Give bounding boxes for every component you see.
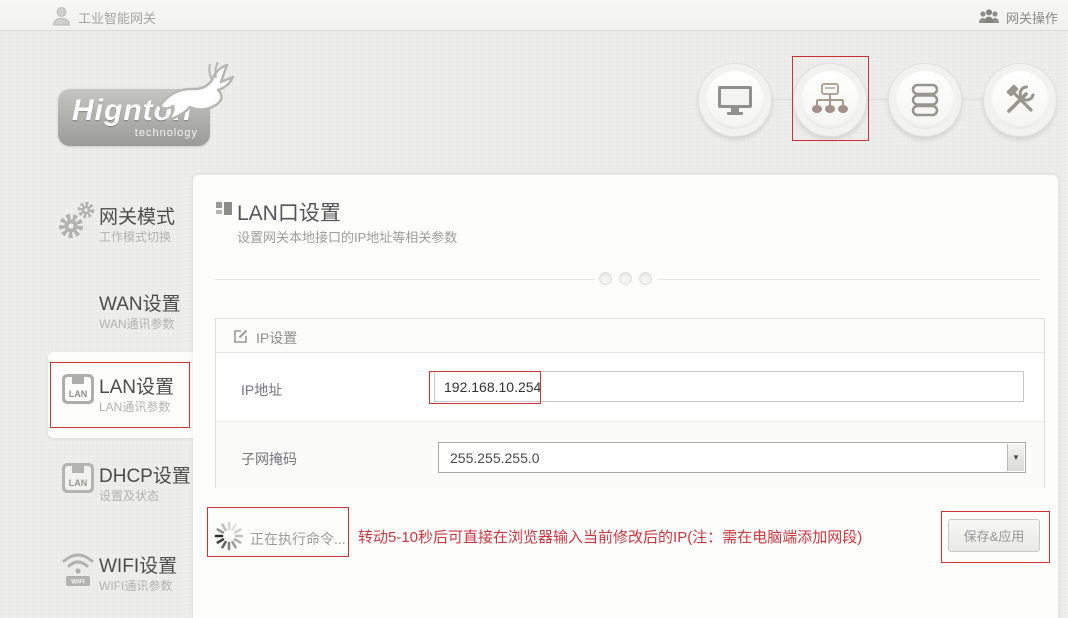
sidebar-item-label: 网关模式 <box>99 202 175 229</box>
carousel-dot-1[interactable] <box>599 272 612 285</box>
monitor-icon <box>715 84 755 116</box>
tools-icon <box>1002 82 1038 118</box>
sidebar-item-lan[interactable]: LAN LAN设置 LAN通讯参数 <box>0 366 193 422</box>
subnet-mask-label: 子网掩码 <box>241 449 297 469</box>
main-content-card: LAN口设置 设置网关本地接口的IP地址等相关参数 IP设置 IP地址 子网掩码 <box>193 175 1058 618</box>
sidebar-item-sublabel: LAN通讯参数 <box>99 398 170 415</box>
gateway-operations-link[interactable]: 网关操作 <box>1006 8 1058 27</box>
gateway-config-page: 工业智能网关 网关操作 Hignton technology <box>0 0 1068 618</box>
gears-icon <box>56 200 98 242</box>
sidebar-item-dhcp[interactable]: LAN DHCP设置 设置及状态 <box>0 455 193 511</box>
sidebar-item-gateway-mode[interactable]: 网关模式 工作模式切换 <box>0 196 193 248</box>
app-title: 工业智能网关 <box>78 8 156 27</box>
carousel-dot-3[interactable] <box>639 272 652 285</box>
carousel-dot-2[interactable] <box>619 272 632 285</box>
subnet-mask-value: 255.255.255.0 <box>450 450 540 466</box>
nav-circle-database[interactable] <box>888 63 962 137</box>
wifi-icon: WIFI <box>58 547 98 589</box>
user-icon <box>51 5 72 26</box>
sidebar-item-sublabel: 设置及状态 <box>99 487 159 504</box>
svg-text:LAN: LAN <box>69 389 88 399</box>
sidebar-item-sublabel: 工作模式切换 <box>99 228 171 245</box>
page-title-icon <box>216 202 231 217</box>
lan-icon: LAN <box>60 370 96 408</box>
edit-icon <box>233 328 249 344</box>
ip-address-label: IP地址 <box>241 380 282 400</box>
page-subtitle: 设置网关本地接口的IP地址等相关参数 <box>237 227 457 246</box>
logo-sub-text: technology <box>135 127 198 139</box>
sidebar-item-label: DHCP设置 <box>99 461 191 488</box>
panel-header-label: IP设置 <box>256 328 297 348</box>
gateway-operations-label: 网关操作 <box>1006 11 1058 26</box>
svg-text:LAN: LAN <box>69 478 88 488</box>
panel-header: IP设置 <box>216 319 1044 353</box>
page-title: LAN口设置 <box>237 197 341 227</box>
ip-address-input[interactable] <box>434 371 1024 402</box>
executing-command-status: 正在执行命令... <box>250 529 346 549</box>
subnet-mask-select[interactable]: 255.255.255.0 ▼ <box>438 442 1026 473</box>
divider-right <box>658 279 1040 280</box>
sidebar-item-sublabel: WAN通讯参数 <box>99 315 175 332</box>
chevron-down-icon[interactable]: ▼ <box>1007 444 1024 471</box>
sidebar-item-label: WIFI设置 <box>99 551 177 578</box>
row-divider <box>216 421 1044 422</box>
svg-text:WIFI: WIFI <box>71 579 85 586</box>
divider-left <box>215 279 595 280</box>
sidebar-item-label: LAN设置 <box>99 372 174 399</box>
sidebar-item-sublabel: WIFI通讯参数 <box>99 577 172 594</box>
deer-logo-icon <box>148 56 248 122</box>
lan-icon: LAN <box>60 459 96 497</box>
nav-circle-monitor[interactable] <box>698 63 772 137</box>
nav-circle-network[interactable] <box>793 63 867 137</box>
loading-spinner-icon <box>214 521 244 551</box>
network-topology-icon <box>811 83 849 117</box>
database-stack-icon <box>910 83 940 117</box>
save-apply-button[interactable]: 保存&应用 <box>948 519 1040 552</box>
sidebar-item-wifi[interactable]: WIFI WIFI设置 WIFI通讯参数 <box>0 545 193 601</box>
ip-settings-panel: IP设置 IP地址 子网掩码 255.255.255.0 ▼ <box>215 318 1045 488</box>
circle-connector-line <box>735 99 1020 100</box>
top-bar: 工业智能网关 网关操作 <box>0 0 1068 31</box>
users-group-icon <box>978 9 1000 24</box>
sidebar-item-wan[interactable]: WAN设置 WAN通讯参数 <box>0 283 193 335</box>
ip-change-note: 转动5-10秒后可直接在浏览器输入当前修改后的IP(注：需在电脑端添加网段) <box>358 526 862 547</box>
sidebar-item-label: WAN设置 <box>99 289 181 316</box>
nav-circle-tools[interactable] <box>983 63 1057 137</box>
